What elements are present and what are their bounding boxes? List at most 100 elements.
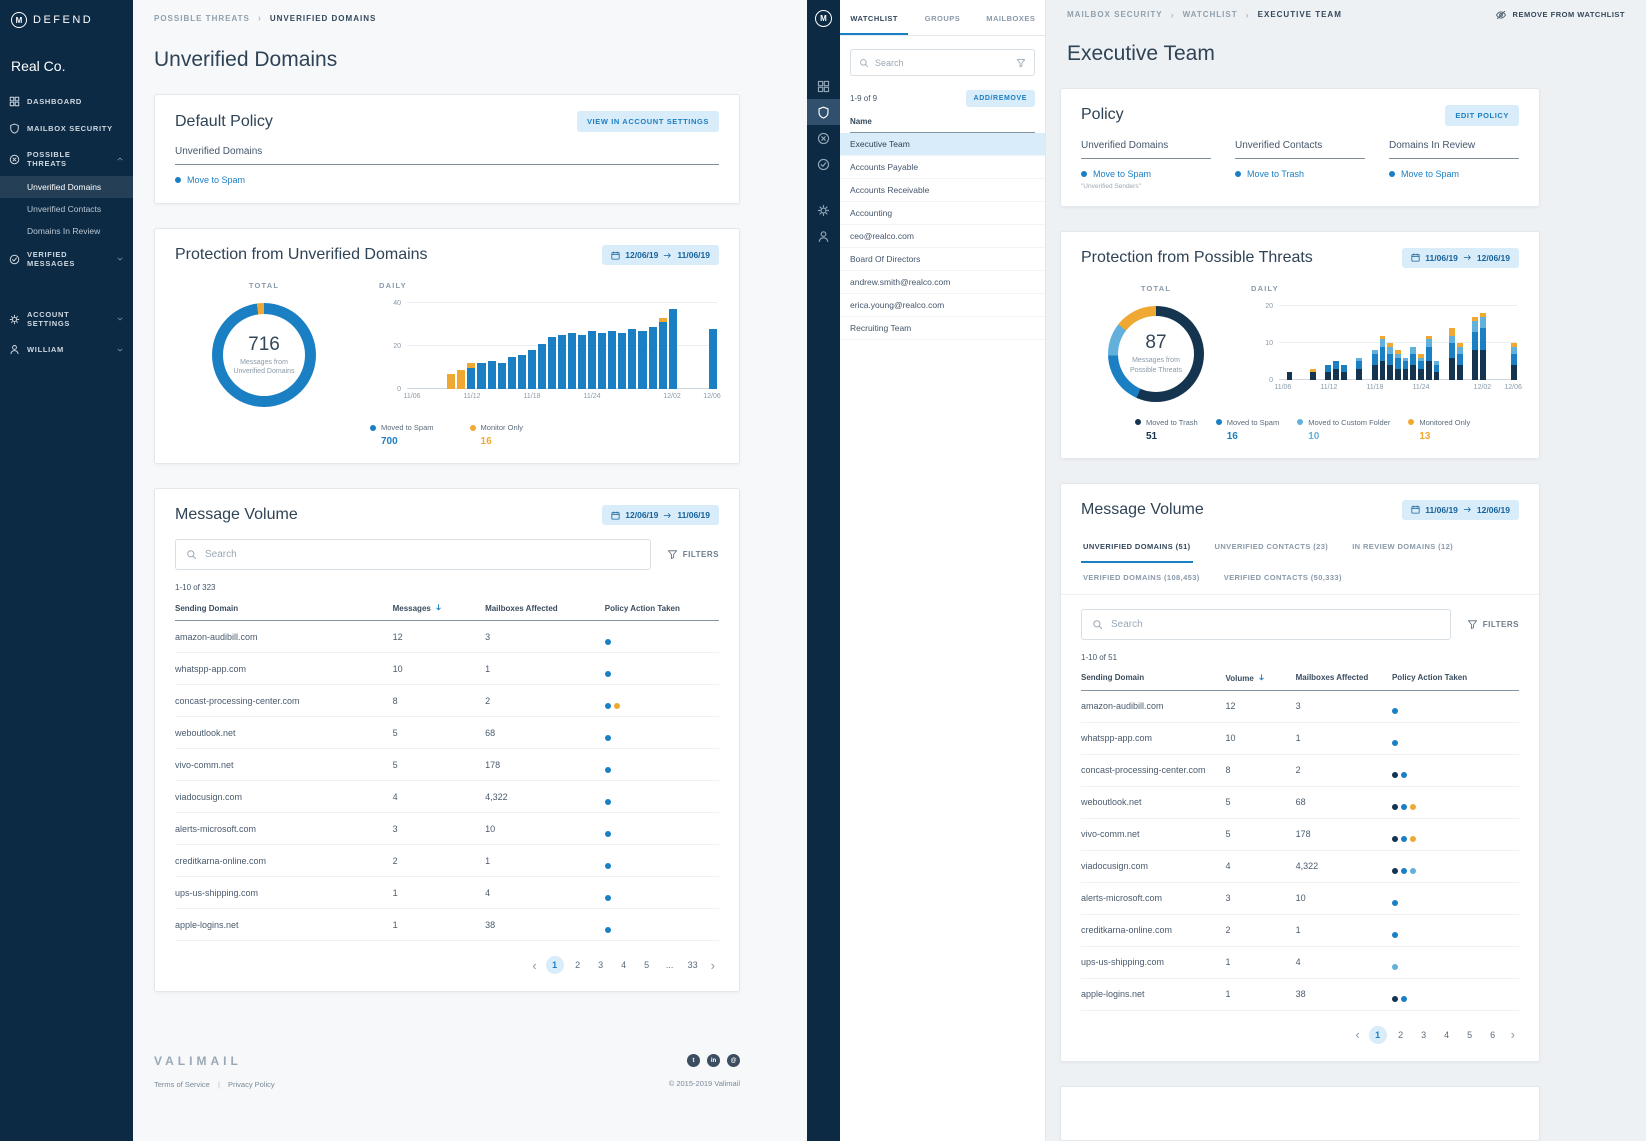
pagination-page[interactable]: 3	[592, 956, 610, 974]
sidebar-item-account-settings[interactable]: ACCOUNT SETTINGS	[0, 302, 133, 336]
tab-groups[interactable]: GROUPS	[908, 0, 976, 35]
name-column-header[interactable]: Name	[850, 117, 1035, 133]
pagination-page[interactable]: 2	[1392, 1026, 1410, 1044]
pagination-page[interactable]: 4	[615, 956, 633, 974]
column-header-mailboxes-affected[interactable]: Mailboxes Affected	[1296, 665, 1392, 691]
pagination-page[interactable]: 6	[1484, 1026, 1502, 1044]
rail-verified-messages-icon[interactable]	[807, 151, 840, 177]
volume-tab[interactable]: UNVERIFIED CONTACTS (23)	[1213, 532, 1331, 563]
table-row[interactable]: concast-processing-center.com82	[1081, 754, 1519, 786]
table-row[interactable]: ups-us-shipping.com14	[1081, 946, 1519, 978]
pagination-next[interactable]: ›	[1507, 1027, 1519, 1042]
date-range-badge[interactable]: 11/06/19 12/06/19	[1402, 248, 1519, 268]
column-header-messages[interactable]: Messages	[393, 595, 485, 621]
column-header-volume[interactable]: Volume	[1226, 665, 1296, 691]
twitter-icon[interactable]: t	[687, 1054, 700, 1067]
table-row[interactable]: creditkarna-online.com21	[175, 845, 719, 877]
add-remove-button[interactable]: ADD/REMOVE	[966, 90, 1035, 107]
privacy-policy-link[interactable]: Privacy Policy	[228, 1080, 275, 1089]
edit-policy-button[interactable]: EDIT POLICY	[1445, 105, 1519, 126]
watchlist-item[interactable]: erica.young@realco.com	[840, 294, 1045, 317]
table-row[interactable]: amazon-audibill.com123	[1081, 690, 1519, 722]
watchlist-item[interactable]: Board Of Directors	[840, 248, 1045, 271]
email-icon[interactable]: @	[727, 1054, 740, 1067]
column-header-sending-domain[interactable]: Sending Domain	[1081, 665, 1226, 691]
table-row[interactable]: apple-logins.net138	[175, 909, 719, 941]
volume-tab[interactable]: VERIFIED DOMAINS (108,453)	[1081, 563, 1202, 594]
volume-tab[interactable]: IN REVIEW DOMAINS (12)	[1350, 532, 1455, 563]
watchlist-item[interactable]: Accounts Payable	[840, 156, 1045, 179]
table-row[interactable]: alerts-microsoft.com310	[1081, 882, 1519, 914]
sidebar-item-dashboard[interactable]: DASHBOARD	[0, 88, 133, 115]
table-row[interactable]: vivo-comm.net5178	[1081, 818, 1519, 850]
table-row[interactable]: ups-us-shipping.com14	[175, 877, 719, 909]
breadcrumb-watchlist[interactable]: WATCHLIST	[1183, 10, 1238, 19]
sidebar-subitem-domains-in-review[interactable]: Domains In Review	[0, 220, 133, 242]
pagination-page[interactable]: 5	[638, 956, 656, 974]
table-row[interactable]: alerts-microsoft.com310	[175, 813, 719, 845]
trash-action-dot	[1392, 996, 1398, 1002]
tab-watchlist[interactable]: WATCHLIST	[840, 0, 908, 35]
table-row[interactable]: weboutlook.net568	[175, 717, 719, 749]
pagination-next[interactable]: ›	[707, 958, 719, 973]
table-row[interactable]: vivo-comm.net5178	[175, 749, 719, 781]
rail-dashboard-icon[interactable]	[807, 73, 840, 99]
column-header-mailboxes-affected[interactable]: Mailboxes Affected	[485, 595, 605, 621]
breadcrumb-possible-threats[interactable]: POSSIBLE THREATS	[154, 14, 250, 23]
pagination-page[interactable]: 4	[1438, 1026, 1456, 1044]
pagination-prev[interactable]: ‹	[528, 958, 540, 973]
column-header-sending-domain[interactable]: Sending Domain	[175, 595, 393, 621]
search-input[interactable]	[205, 549, 640, 560]
watchlist-item[interactable]: Accounting	[840, 202, 1045, 225]
breadcrumb-mailbox-security[interactable]: MAILBOX SECURITY	[1067, 10, 1163, 19]
remove-from-watchlist-button[interactable]: REMOVE FROM WATCHLIST	[1495, 9, 1625, 21]
search-input[interactable]	[1111, 619, 1440, 630]
sidebar-subitem-unverified-domains[interactable]: Unverified Domains	[0, 176, 133, 198]
pagination-page[interactable]: 3	[1415, 1026, 1433, 1044]
view-in-account-settings-button[interactable]: VIEW IN ACCOUNT SETTINGS	[577, 111, 719, 132]
table-row[interactable]: weboutlook.net568	[1081, 786, 1519, 818]
table-row[interactable]: whatspp-app.com101	[175, 653, 719, 685]
watchlist-item[interactable]: andrew.smith@realco.com	[840, 271, 1045, 294]
table-row[interactable]: concast-processing-center.com82	[175, 685, 719, 717]
linkedin-icon[interactable]: in	[707, 1054, 720, 1067]
sidebar-item-user[interactable]: WILLIAM	[0, 336, 133, 363]
sidebar-item-mailbox-security[interactable]: MAILBOX SECURITY	[0, 115, 133, 142]
volume-tab[interactable]: UNVERIFIED DOMAINS (51)	[1081, 532, 1193, 563]
watchlist-item[interactable]: Recruiting Team	[840, 317, 1045, 340]
watchlist-item[interactable]: Executive Team	[840, 133, 1045, 156]
rail-possible-threats-icon[interactable]	[807, 125, 840, 151]
sidebar-item-possible-threats[interactable]: POSSIBLE THREATS	[0, 142, 133, 176]
pagination-page[interactable]: 2	[569, 956, 587, 974]
table-row[interactable]: creditkarna-online.com21	[1081, 914, 1519, 946]
filters-button[interactable]: FILTERS	[667, 549, 719, 560]
pagination-prev[interactable]: ‹	[1351, 1027, 1363, 1042]
table-row[interactable]: amazon-audibill.com123	[175, 621, 719, 653]
rail-account-settings-icon[interactable]	[807, 197, 840, 223]
rail-mailbox-security-icon[interactable]	[807, 99, 840, 125]
watchlist-item[interactable]: Accounts Receivable	[840, 179, 1045, 202]
watchlist-item[interactable]: ceo@realco.com	[840, 225, 1045, 248]
sidebar-item-verified-messages[interactable]: VERIFIED MESSAGES	[0, 242, 133, 276]
date-range-badge[interactable]: 11/06/19 12/06/19	[1402, 500, 1519, 520]
date-range-badge[interactable]: 12/06/19 11/06/19	[602, 245, 719, 265]
pagination-page[interactable]: 1	[546, 956, 564, 974]
date-range-badge[interactable]: 12/06/19 11/06/19	[602, 505, 719, 525]
terms-of-service-link[interactable]: Terms of Service	[154, 1080, 210, 1089]
table-row[interactable]: whatspp-app.com101	[1081, 722, 1519, 754]
rail-user-icon[interactable]	[807, 223, 840, 249]
table-row[interactable]: viadocusign.com44,322	[1081, 850, 1519, 882]
filter-icon[interactable]	[1016, 58, 1026, 68]
tab-mailboxes[interactable]: MAILBOXES	[977, 0, 1045, 35]
filters-button[interactable]: FILTERS	[1467, 619, 1519, 630]
table-row[interactable]: viadocusign.com44,322	[175, 781, 719, 813]
table-row[interactable]: apple-logins.net138	[1081, 978, 1519, 1010]
sidebar-subitem-unverified-contacts[interactable]: Unverified Contacts	[0, 198, 133, 220]
volume-tab[interactable]: VERIFIED CONTACTS (50,333)	[1222, 563, 1344, 594]
pagination-page[interactable]: 1	[1369, 1026, 1387, 1044]
pagination-page[interactable]: 33	[684, 956, 702, 974]
watchlist-search-input[interactable]	[875, 58, 1010, 68]
column-header-policy-action[interactable]: Policy Action Taken	[1392, 665, 1519, 691]
pagination-page[interactable]: 5	[1461, 1026, 1479, 1044]
column-header-policy-action[interactable]: Policy Action Taken	[605, 595, 719, 621]
